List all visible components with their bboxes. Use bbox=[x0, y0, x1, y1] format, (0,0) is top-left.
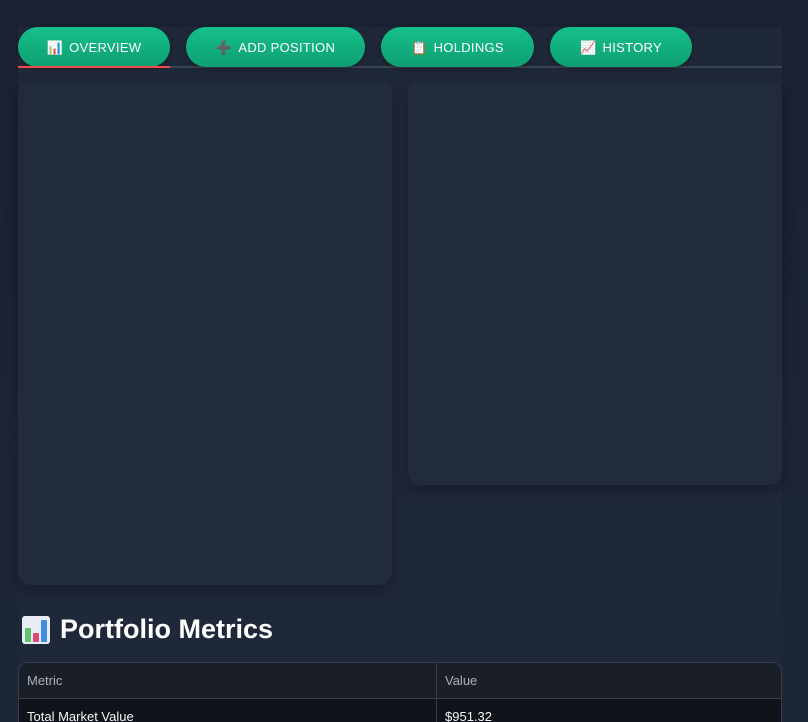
tab-add-position-label: ADD POSITION bbox=[238, 39, 336, 55]
table-row: Total Market Value $951.32 bbox=[19, 699, 781, 722]
tab-holdings-label: HOLDINGS bbox=[433, 39, 504, 55]
tab-history[interactable]: 📈 HISTORY bbox=[550, 27, 692, 67]
tab-overview[interactable]: 📊 OVERVIEW bbox=[18, 27, 170, 67]
app-page: 📊 OVERVIEW ➕ ADD POSITION 📋 HOLDINGS 📈 H… bbox=[0, 0, 808, 722]
tab-holdings[interactable]: 📋 HOLDINGS bbox=[381, 27, 534, 67]
value-cell: $951.32 bbox=[445, 709, 492, 722]
tab-bar: 📊 OVERVIEW ➕ ADD POSITION 📋 HOLDINGS 📈 H… bbox=[18, 27, 782, 68]
main-content: 📊 OVERVIEW ➕ ADD POSITION 📋 HOLDINGS 📈 H… bbox=[18, 27, 782, 722]
chart-card-left bbox=[18, 81, 392, 585]
bar-chart-icon bbox=[22, 615, 50, 644]
section-title: Portfolio Metrics bbox=[22, 614, 273, 645]
plus-icon: ➕ bbox=[215, 39, 233, 55]
tab-history-label: HISTORY bbox=[602, 39, 662, 55]
line-chart-icon: 📈 bbox=[580, 39, 597, 55]
column-header-value[interactable]: Value bbox=[437, 663, 781, 698]
metric-cell: Total Market Value bbox=[19, 699, 437, 722]
tab-overview-label: OVERVIEW bbox=[69, 39, 142, 55]
tab-add-position[interactable]: ➕ ADD POSITION bbox=[186, 27, 365, 67]
clipboard-icon: 📋 bbox=[411, 39, 428, 55]
table-header-row: Metric Value bbox=[19, 663, 781, 699]
section-title-text: Portfolio Metrics bbox=[60, 614, 274, 644]
column-header-metric[interactable]: Metric bbox=[19, 663, 437, 698]
chart-card-right bbox=[408, 81, 782, 485]
bar-chart-icon: 📊 bbox=[46, 39, 64, 55]
active-tab-indicator bbox=[18, 66, 170, 68]
metrics-table: Metric Value Total Market Value $951.32 bbox=[18, 662, 782, 722]
